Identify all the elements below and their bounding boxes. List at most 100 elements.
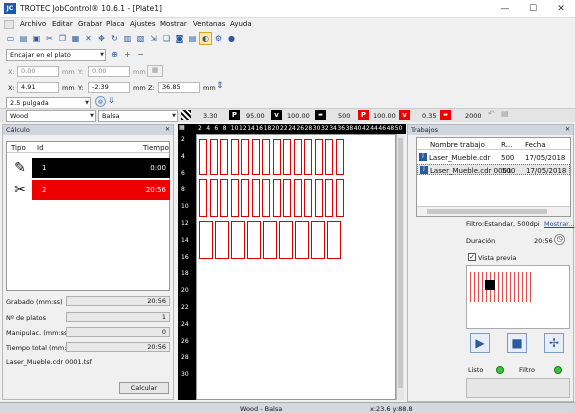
menu-placa[interactable]: Placa — [106, 20, 125, 28]
play-button[interactable]: ▶ — [470, 333, 490, 353]
panel-close-icon[interactable]: ✕ — [565, 125, 570, 135]
copy-icon[interactable]: ❐ — [56, 32, 69, 45]
x-field[interactable]: 0.00 — [17, 66, 59, 77]
ruler-tick: 22 — [181, 304, 189, 311]
preview-checkbox[interactable]: ✓ — [468, 253, 476, 261]
y2-field[interactable]: -2.39 — [88, 82, 130, 93]
speed-icon: v — [271, 110, 282, 120]
focus-icon[interactable]: ⇕ — [216, 81, 224, 91]
camera-icon[interactable]: ◙ — [173, 32, 186, 45]
status-coords: x:23.6 y:88.8 — [370, 405, 413, 413]
y2-unit: mm — [133, 84, 146, 92]
panel-close-icon[interactable]: ✕ — [165, 125, 170, 135]
laser-part — [283, 139, 291, 175]
preview-parts — [470, 272, 532, 302]
freq-cut-value[interactable]: 2000 — [465, 112, 482, 120]
cut-icon[interactable]: ✂ — [43, 32, 56, 45]
paste-icon[interactable]: ▦ — [69, 32, 82, 45]
save-icon[interactable]: ▣ — [30, 32, 43, 45]
ruler-corner-icon[interactable]: ▦ — [179, 124, 185, 131]
material-save-icon[interactable]: ▤ — [501, 109, 509, 118]
close-button[interactable]: ✕ — [547, 0, 575, 18]
z-field[interactable]: 36.85 — [158, 82, 200, 93]
zoom-icon[interactable]: ⊕ — [108, 48, 121, 61]
power-value[interactable]: 95.00 — [246, 112, 265, 120]
table-row[interactable]: J Laser_Mueble.cdr 500 17/05/2018 — [417, 152, 570, 163]
stop-button[interactable]: ■ — [507, 333, 527, 353]
laser-part — [272, 179, 281, 217]
help-icon[interactable]: ● — [225, 32, 238, 45]
table-row[interactable]: 1 0:00 — [32, 158, 170, 178]
menu-ventanas[interactable]: Ventanas — [193, 20, 225, 28]
scroll-thumb[interactable] — [398, 138, 403, 388]
fit-combo[interactable]: Encajar en el plato ▼ — [6, 49, 106, 61]
engraving-label: Grabado (mm:ss) — [6, 298, 63, 306]
laser-part — [325, 139, 333, 175]
x2-field[interactable]: 4.91 — [17, 82, 59, 93]
file-name: Laser_Mueble.cdr 0001.tsf — [6, 358, 92, 366]
x2-label: X: — [8, 84, 15, 92]
open-icon[interactable]: ▤ — [17, 32, 30, 45]
speed-value[interactable]: 100.00 — [287, 112, 310, 120]
power-cut-value[interactable]: 100.00 — [373, 112, 396, 120]
stack-icon[interactable]: ❏ — [160, 32, 173, 45]
menu-mostrar[interactable]: Mostrar — [160, 20, 187, 28]
zoom-in-icon[interactable]: + — [121, 48, 134, 61]
print-icon[interactable]: ▤ — [186, 32, 199, 45]
undo-icon[interactable]: ↶ — [488, 109, 495, 118]
ruler-tick: 24 — [288, 125, 296, 132]
ruler-tick: 38 — [345, 125, 354, 132]
minimize-button[interactable]: — — [491, 0, 519, 18]
material-group-combo[interactable]: Wood ▼ — [6, 110, 96, 122]
laser-part — [262, 179, 270, 217]
menu-editar[interactable]: Editar — [52, 20, 73, 28]
delete-icon[interactable]: ✕ — [82, 32, 95, 45]
zoom-out-icon[interactable]: − — [134, 48, 147, 61]
y-unit: mm — [133, 68, 146, 76]
col-r: R... — [501, 141, 513, 149]
table-row[interactable]: J Laser_Mueble.cdr 0001 500 17/05/2018 — [417, 164, 570, 175]
anchor-icon[interactable]: ▦ — [147, 65, 163, 77]
export-icon[interactable]: ⇲ — [147, 32, 160, 45]
thickness-value[interactable]: 3.30 — [203, 112, 217, 120]
align-icon[interactable]: ▥ — [121, 32, 134, 45]
layers-icon[interactable]: ▧ — [134, 32, 147, 45]
new-icon[interactable]: ▭ — [4, 32, 17, 45]
rotate-icon[interactable]: ↻ — [108, 32, 121, 45]
ruler-top: ▦ 2 4 6 8 10 12 14 16 18 20 22 24 26 28 30 32 34 36 38 40 42… — [178, 124, 406, 134]
clock-icon[interactable]: ◷ — [554, 234, 565, 245]
job-date: 17/05/2018 — [526, 167, 567, 175]
material-name-combo[interactable]: Balsa ▼ — [98, 110, 178, 122]
ruler-tick: 24 — [181, 320, 189, 328]
ruler-tick: 48 — [386, 125, 395, 132]
table-row[interactable]: 2 20:56 — [32, 180, 170, 200]
settings-icon[interactable]: ⚙ — [212, 32, 225, 45]
vertical-scrollbar[interactable] — [396, 134, 404, 400]
handling-value: 0 — [66, 327, 170, 337]
move-icon[interactable]: ✥ — [95, 32, 108, 45]
document-icon[interactable] — [4, 20, 14, 29]
show-link[interactable]: Mostrar... — [544, 220, 574, 228]
lens-icon[interactable]: ◎ — [95, 96, 106, 107]
jobs-panel: Trabajos ✕ Nombre trabajo R... Fecha J L… — [407, 124, 574, 402]
menu-ayuda[interactable]: Ayuda — [230, 20, 252, 28]
laser-icon[interactable]: ◐ — [199, 32, 212, 45]
calculate-button[interactable]: Calcular — [119, 382, 169, 394]
z-label: Z: — [148, 84, 155, 92]
calc-panel-header: Cálculo ✕ — [3, 125, 173, 135]
ppi-value[interactable]: 500 — [338, 112, 350, 120]
ruler-tick: 4 — [181, 152, 185, 160]
menu-grabar[interactable]: Grabar — [78, 20, 102, 28]
calc-panel: Cálculo ✕ Tipo Id Tiempo ✎ 1 0:00 ✂ 2 20… — [2, 124, 174, 400]
lens-focus-icon[interactable]: ⇓ — [108, 96, 115, 105]
speed-cut-value[interactable]: 0.35 — [422, 112, 436, 120]
plate-canvas[interactable] — [196, 134, 396, 400]
maximize-button[interactable]: ☐ — [519, 0, 547, 18]
scroll-thumb[interactable] — [427, 209, 547, 214]
fan-button[interactable]: ✢ — [544, 333, 564, 353]
menu-ajustes[interactable]: Ajustes — [130, 20, 156, 28]
horizontal-scrollbar[interactable] — [417, 206, 570, 216]
y-field[interactable]: 0.00 — [88, 66, 130, 77]
status-material: Wood - Balsa — [240, 405, 283, 413]
menu-archivo[interactable]: Archivo — [20, 20, 46, 28]
